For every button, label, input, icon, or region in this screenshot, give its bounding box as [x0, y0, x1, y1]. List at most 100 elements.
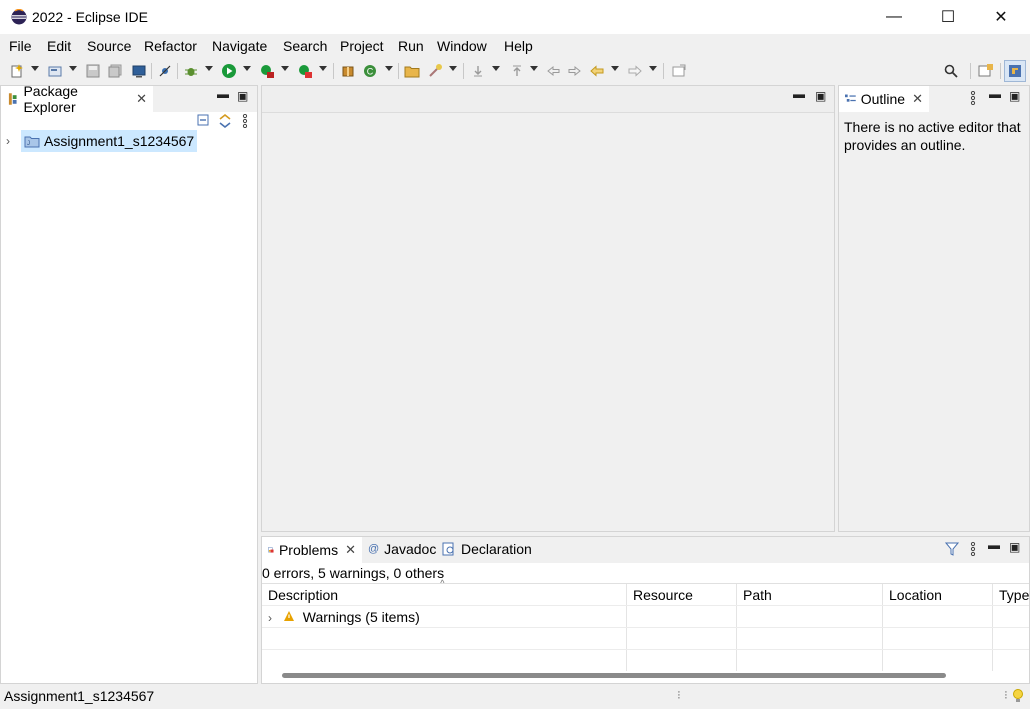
- save-all-icon[interactable]: [106, 62, 124, 80]
- menu-window[interactable]: Window: [437, 38, 487, 54]
- maximize-button[interactable]: ☐: [922, 0, 974, 34]
- menu-edit[interactable]: Edit: [47, 38, 71, 54]
- toolbar-separator: [151, 63, 152, 79]
- run-dropdown-icon[interactable]: [243, 66, 251, 71]
- back-icon[interactable]: [588, 62, 606, 80]
- package-explorer-icon: [8, 93, 17, 105]
- row-expander-icon[interactable]: ›: [268, 611, 272, 625]
- maximize-view-icon[interactable]: ▣: [1009, 89, 1020, 103]
- close-tab-icon[interactable]: ✕: [136, 91, 147, 107]
- editor-maximize-icon[interactable]: ▣: [815, 89, 826, 103]
- column-resource[interactable]: Resource: [626, 584, 737, 606]
- svg-text:C: C: [367, 67, 374, 77]
- new-java-package-icon[interactable]: [339, 62, 357, 80]
- debug-dropdown-icon[interactable]: [205, 66, 213, 71]
- menu-help[interactable]: Help: [504, 38, 533, 54]
- minimize-view-icon[interactable]: ▬: [988, 538, 1000, 552]
- skip-breakpoints-icon[interactable]: [156, 62, 174, 80]
- next-annotation-icon[interactable]: [469, 62, 487, 80]
- tab-declaration[interactable]: Declaration: [442, 541, 532, 557]
- editor-area: ▬ ▣: [261, 85, 835, 532]
- new-dropdown-icon[interactable]: [31, 66, 39, 71]
- new-java-class-icon[interactable]: C: [362, 62, 380, 80]
- menu-search[interactable]: Search: [283, 38, 327, 54]
- resource-cell: [626, 605, 737, 628]
- next-annotation-dropdown-icon[interactable]: [492, 66, 500, 71]
- open-perspective-icon[interactable]: [977, 62, 995, 80]
- maximize-view-icon[interactable]: ▣: [1009, 540, 1020, 554]
- menu-refactor[interactable]: Refactor: [144, 38, 197, 54]
- previous-annotation-icon[interactable]: [508, 62, 526, 80]
- run-icon[interactable]: [220, 62, 238, 80]
- back-dropdown-icon[interactable]: [611, 66, 619, 71]
- filter-icon[interactable]: [945, 542, 959, 556]
- tab-package-explorer[interactable]: Package Explorer ✕: [1, 83, 153, 115]
- tab-outline[interactable]: Outline ✕: [839, 86, 929, 112]
- horizontal-scrollbar[interactable]: [282, 673, 946, 678]
- maximize-view-icon[interactable]: ▣: [237, 89, 248, 103]
- status-separator-icon: ⁝: [1004, 688, 1008, 702]
- java-perspective-icon[interactable]: [1004, 60, 1026, 82]
- last-edit-back-icon[interactable]: [544, 62, 562, 80]
- outline-tab-label: Outline: [860, 91, 906, 107]
- new-icon[interactable]: [8, 62, 26, 80]
- minimize-view-icon[interactable]: ▬: [217, 87, 229, 101]
- minimize-button[interactable]: —: [868, 0, 920, 34]
- terminal-icon[interactable]: [130, 62, 148, 80]
- coverage-dropdown-icon[interactable]: [281, 66, 289, 71]
- new-class-dropdown-icon[interactable]: [385, 66, 393, 71]
- tree-expander-icon[interactable]: ›: [6, 132, 10, 148]
- search-tool-dropdown-icon[interactable]: [449, 66, 457, 71]
- table-header-row: Description Resource Path Location Type: [262, 584, 1029, 606]
- debug-icon[interactable]: [182, 62, 200, 80]
- column-type[interactable]: Type: [992, 584, 1029, 606]
- open-folder-icon[interactable]: [403, 62, 421, 80]
- search-icon[interactable]: [942, 62, 960, 80]
- javadoc-tab-label: Javadoc: [384, 541, 437, 557]
- menu-project[interactable]: Project: [340, 38, 384, 54]
- tip-lightbulb-icon[interactable]: [1012, 688, 1024, 704]
- close-tab-icon[interactable]: ✕: [345, 542, 356, 558]
- menu-run[interactable]: Run: [398, 38, 424, 54]
- pin-editor-icon[interactable]: [670, 62, 688, 80]
- menu-file[interactable]: File: [9, 38, 32, 54]
- view-menu-icon[interactable]: [242, 114, 248, 128]
- column-location[interactable]: Location: [882, 584, 993, 606]
- table-row[interactable]: › Warnings (5 items): [262, 605, 1029, 628]
- outline-header: Outline ✕ ▬ ▣: [839, 86, 1029, 112]
- forward-icon[interactable]: [626, 62, 644, 80]
- problems-summary: 0 errors, 5 warnings, 0 others: [262, 565, 445, 581]
- outline-message-line1: There is no active editor that: [844, 119, 1021, 135]
- save-icon[interactable]: [84, 62, 102, 80]
- collapse-all-icon[interactable]: [197, 114, 211, 128]
- minimize-view-icon[interactable]: ▬: [989, 87, 1001, 101]
- open-type-icon[interactable]: [46, 62, 64, 80]
- column-path[interactable]: Path: [736, 584, 883, 606]
- editor-tab-strip: [262, 86, 834, 113]
- previous-annotation-dropdown-icon[interactable]: [530, 66, 538, 71]
- menu-navigate[interactable]: Navigate: [212, 38, 267, 54]
- external-tools-dropdown-icon[interactable]: [319, 66, 327, 71]
- link-with-editor-icon[interactable]: [217, 113, 233, 129]
- close-window-button[interactable]: ✕: [975, 0, 1027, 34]
- toolbar-separator: [1000, 63, 1001, 79]
- tab-problems[interactable]: Problems ✕: [262, 537, 362, 563]
- package-explorer-header: Package Explorer ✕ ▬ ▣: [1, 83, 257, 115]
- problems-table-wrap: Description Resource Path Location Type …: [262, 583, 1029, 671]
- coverage-icon[interactable]: [258, 62, 276, 80]
- menu-source[interactable]: Source: [87, 38, 131, 54]
- external-tools-icon[interactable]: [296, 62, 314, 80]
- tree-item-project[interactable]: J Assignment1_s1234567: [21, 130, 198, 152]
- column-description[interactable]: Description: [262, 584, 627, 606]
- open-dropdown-icon[interactable]: [69, 66, 77, 71]
- tab-javadoc[interactable]: @ Javadoc: [368, 541, 436, 557]
- close-tab-icon[interactable]: ✕: [912, 91, 923, 107]
- editor-minimize-icon[interactable]: ▬: [793, 87, 805, 101]
- view-menu-icon[interactable]: [970, 91, 976, 105]
- search-tool-icon[interactable]: [427, 62, 445, 80]
- type-cell: [992, 605, 1029, 628]
- package-explorer-panel: Package Explorer ✕ ▬ ▣ › J Assignment1_s…: [0, 83, 258, 684]
- forward-dropdown-icon[interactable]: [649, 66, 657, 71]
- view-menu-icon[interactable]: [970, 542, 976, 556]
- last-edit-forward-icon[interactable]: [566, 62, 584, 80]
